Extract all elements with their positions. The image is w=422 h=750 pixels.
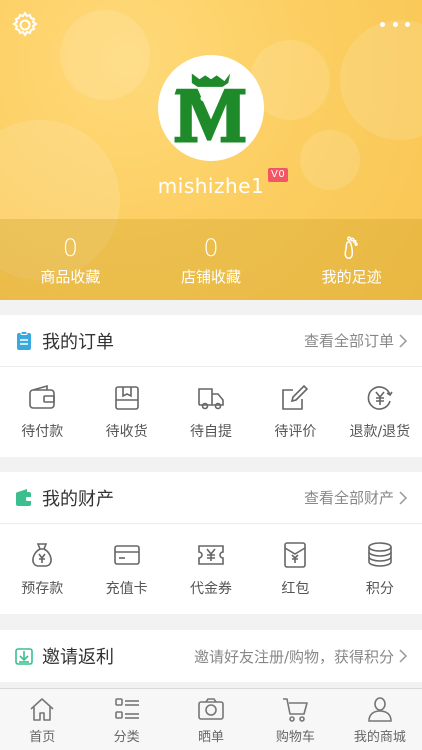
orders-section: 我的订单 查看全部订单 待付款 待收货 待自提 待评价 退款/退货 [0, 315, 422, 457]
refund-yen-icon [367, 386, 393, 410]
stat-value: 0 [62, 233, 78, 262]
asset-label: 红包 [281, 581, 310, 597]
stat-label: 商品收藏 [40, 267, 101, 286]
chevron-right-icon [399, 649, 408, 663]
bg-bubble [340, 20, 422, 140]
edit-pencil-icon [282, 384, 309, 410]
order-label: 待自提 [190, 424, 233, 440]
profile-header: mishizhe1 V0 0 商品收藏 0 店铺收藏 我的足迹 [0, 0, 422, 300]
stat-footprints[interactable]: 我的足迹 [281, 219, 422, 300]
assets-grid: 预存款 充值卡 代金券 红包 积分 [0, 524, 422, 614]
tab-home[interactable]: 首页 [0, 689, 84, 750]
assets-header[interactable]: 我的财产 查看全部财产 [0, 472, 422, 524]
tab-label: 晒单 [198, 729, 225, 745]
asset-label: 预存款 [21, 581, 64, 597]
order-pending-pickup[interactable]: 待自提 [169, 367, 253, 457]
tab-label: 分类 [113, 729, 140, 745]
orders-header[interactable]: 我的订单 查看全部订单 [0, 315, 422, 367]
order-label: 待评价 [274, 424, 317, 440]
money-bag-icon [32, 543, 53, 567]
settings-gear-icon[interactable] [10, 10, 40, 40]
invite-description: 邀请好友注册/购物，获得积分 [193, 647, 394, 666]
tab-label: 购物车 [275, 729, 315, 745]
invite-row[interactable]: 邀请返利 邀请好友注册/购物，获得积分 [0, 630, 422, 682]
tab-my-store[interactable]: 我的商城 [338, 689, 422, 750]
username: mishizhe1 [157, 174, 265, 198]
tab-label: 首页 [29, 729, 56, 745]
chevron-right-icon [399, 333, 408, 348]
wallet-icon [16, 488, 32, 506]
stat-label: 我的足迹 [321, 267, 382, 286]
assets-title: 我的财产 [42, 488, 114, 510]
clipboard-icon [17, 330, 31, 350]
tab-cart[interactable]: 购物车 [253, 689, 337, 750]
bottom-tab-bar: 首页 分类 晒单 购物车 我的商城 [0, 688, 422, 750]
voucher-ticket-icon [198, 545, 224, 565]
order-label: 待收货 [105, 424, 148, 440]
order-label: 待付款 [21, 424, 64, 440]
assets-section: 我的财产 查看全部财产 预存款 充值卡 代金券 红包 积分 [0, 472, 422, 614]
download-box-icon [15, 648, 33, 665]
truck-icon [198, 388, 224, 410]
order-label: 退款/退货 [349, 424, 411, 440]
camera-icon [198, 697, 224, 720]
asset-recharge-card[interactable]: 充值卡 [84, 524, 168, 614]
asset-label: 充值卡 [105, 581, 148, 597]
orders-title: 我的订单 [42, 331, 114, 353]
order-pending-receipt[interactable]: 待收货 [84, 367, 168, 457]
home-icon [30, 697, 54, 721]
asset-label: 积分 [365, 581, 394, 597]
order-pending-payment[interactable]: 待付款 [0, 367, 84, 457]
stat-value: 0 [203, 233, 219, 262]
more-menu-icon[interactable] [380, 16, 410, 32]
chevron-right-icon [399, 490, 408, 505]
bg-bubble [60, 10, 150, 100]
asset-label: 代金券 [190, 581, 233, 597]
shopping-cart-icon [283, 697, 309, 722]
asset-points[interactable]: 积分 [338, 524, 422, 614]
tab-category[interactable]: 分类 [84, 689, 168, 750]
tab-share-order[interactable]: 晒单 [169, 689, 253, 750]
user-icon [368, 696, 392, 722]
avatar-logo-icon [174, 73, 246, 143]
view-all-orders-link[interactable]: 查看全部订单 [304, 330, 394, 351]
order-pending-review[interactable]: 待评价 [253, 367, 337, 457]
stat-product-favorites[interactable]: 0 商品收藏 [0, 219, 141, 300]
asset-red-packet[interactable]: 红包 [253, 524, 337, 614]
package-box-icon [114, 386, 139, 410]
avatar[interactable] [158, 55, 264, 161]
red-packet-icon [284, 542, 307, 568]
asset-voucher[interactable]: 代金券 [169, 524, 253, 614]
invite-section: 邀请返利 邀请好友注册/购物，获得积分 [0, 630, 422, 682]
vip-level-badge: V0 [268, 168, 289, 182]
coins-stack-icon [368, 542, 392, 567]
view-all-assets-link[interactable]: 查看全部财产 [304, 487, 394, 508]
tab-label: 我的商城 [353, 729, 406, 745]
orders-grid: 待付款 待收货 待自提 待评价 退款/退货 [0, 367, 422, 457]
wallet-icon [29, 384, 56, 409]
footprint-icon [338, 234, 366, 264]
stats-bar: 0 商品收藏 0 店铺收藏 我的足迹 [0, 219, 422, 300]
stat-store-favorites[interactable]: 0 店铺收藏 [141, 219, 282, 300]
list-icon [114, 697, 139, 719]
username-row: mishizhe1 V0 [0, 168, 422, 198]
invite-title: 邀请返利 [42, 647, 114, 668]
order-refund-return[interactable]: 退款/退货 [338, 367, 422, 457]
stat-label: 店铺收藏 [181, 267, 242, 286]
asset-deposit[interactable]: 预存款 [0, 524, 84, 614]
card-icon [113, 545, 140, 565]
